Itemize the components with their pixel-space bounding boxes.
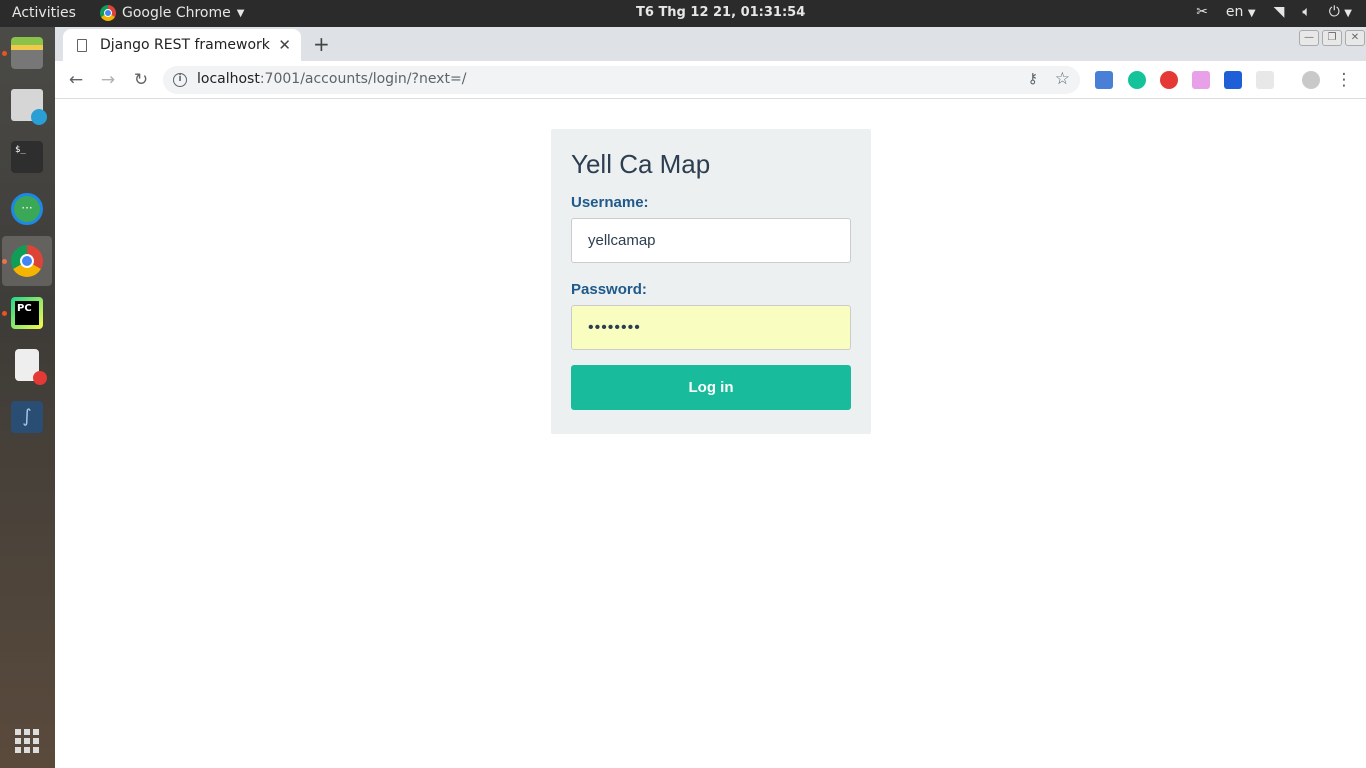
system-tray: ✂ en ▼ ◥ 🔈︎ ⏻ ▼	[1196, 4, 1352, 20]
dock-pycharm[interactable]: PC	[2, 288, 52, 338]
dock-messaging[interactable]: ···	[2, 184, 52, 234]
grammarly-extension-icon[interactable]	[1128, 71, 1146, 89]
tab-strip: Django REST framework ✕ + — ❐ ✕	[55, 27, 1366, 61]
reload-button[interactable]: ↻	[130, 69, 152, 91]
grid-icon	[15, 729, 39, 753]
url-text: localhost:7001/accounts/login/?next=/	[197, 71, 467, 87]
tab-title: Django REST framework	[100, 37, 270, 53]
text-editor-icon	[15, 349, 47, 385]
clock[interactable]: T6 Thg 12 21, 01:31:54	[636, 5, 805, 20]
close-tab-icon[interactable]: ✕	[278, 36, 291, 54]
new-tab-button[interactable]: +	[313, 32, 330, 56]
chrome-icon	[11, 245, 43, 277]
dolphin-icon: ∫	[11, 401, 43, 433]
extension-icon[interactable]	[1256, 71, 1274, 89]
show-applications-button[interactable]	[2, 716, 52, 766]
key-icon[interactable]: ⚷	[1028, 71, 1038, 87]
dock-text-editor[interactable]	[2, 340, 52, 390]
info-icon[interactable]: i	[173, 73, 187, 87]
volume-icon[interactable]: 🔈︎	[1302, 4, 1310, 20]
unicorn-extension-icon[interactable]	[1192, 71, 1210, 89]
browser-tab[interactable]: Django REST framework ✕	[63, 29, 301, 61]
dock: $_ ··· PC ∫	[0, 27, 55, 768]
menu-icon[interactable]: ⋮	[1333, 69, 1355, 91]
page-title: Yell Ca Map	[571, 149, 711, 179]
pycharm-icon: PC	[11, 297, 43, 329]
dock-software-updater[interactable]	[2, 80, 52, 130]
forward-button[interactable]: →	[97, 69, 119, 91]
login-button[interactable]: Log in	[571, 365, 851, 410]
page-icon	[77, 38, 87, 52]
pocket-extension-icon[interactable]	[1224, 71, 1242, 89]
username-field[interactable]: yellcamap	[571, 218, 851, 263]
browser-toolbar: ← → ↻ i localhost:7001/accounts/login/?n…	[55, 61, 1366, 99]
extension-icon[interactable]	[1160, 71, 1178, 89]
translate-extension-icon[interactable]	[1095, 71, 1113, 89]
power-icon[interactable]: ⏻ ▼	[1329, 4, 1352, 20]
app-name: Google Chrome	[122, 5, 231, 21]
dock-file-manager[interactable]	[2, 28, 52, 78]
chrome-window: Django REST framework ✕ + — ❐ ✕ ← → ↻ i …	[55, 27, 1366, 768]
restore-button[interactable]: ❐	[1322, 30, 1342, 46]
address-bar[interactable]: i localhost:7001/accounts/login/?next=/ …	[163, 66, 1080, 94]
back-button[interactable]: ←	[65, 69, 87, 91]
dock-mysql-workbench[interactable]: ∫	[2, 392, 52, 442]
profile-avatar[interactable]	[1302, 71, 1320, 89]
dock-terminal[interactable]: $_	[2, 132, 52, 182]
username-label: Username:	[571, 194, 649, 211]
briefcase-download-icon	[11, 89, 47, 125]
login-panel: Yell Ca Map Username: yellcamap Password…	[551, 129, 871, 434]
files-icon	[11, 37, 43, 69]
password-field[interactable]: ••••••••	[571, 305, 851, 350]
system-top-bar: Activities Google Chrome ▼ T6 Thg 12 21,…	[0, 0, 1366, 27]
terminal-icon: $_	[11, 141, 43, 173]
minimize-button[interactable]: —	[1299, 30, 1319, 46]
tools-icon[interactable]: ✂	[1196, 4, 1208, 20]
password-label: Password:	[571, 281, 647, 298]
page-content: Yell Ca Map Username: yellcamap Password…	[55, 99, 1366, 768]
language-indicator[interactable]: en ▼	[1226, 4, 1256, 20]
wifi-icon[interactable]: ◥	[1274, 4, 1285, 20]
dock-google-chrome[interactable]	[2, 236, 52, 286]
close-window-button[interactable]: ✕	[1345, 30, 1365, 46]
bookmark-star-icon[interactable]: ☆	[1055, 69, 1070, 89]
activities-button[interactable]: Activities	[12, 5, 76, 21]
app-menu[interactable]: Google Chrome ▼	[100, 5, 244, 21]
chrome-icon	[100, 5, 116, 21]
chevron-down-icon: ▼	[236, 7, 245, 19]
chat-bubble-icon: ···	[11, 193, 43, 225]
